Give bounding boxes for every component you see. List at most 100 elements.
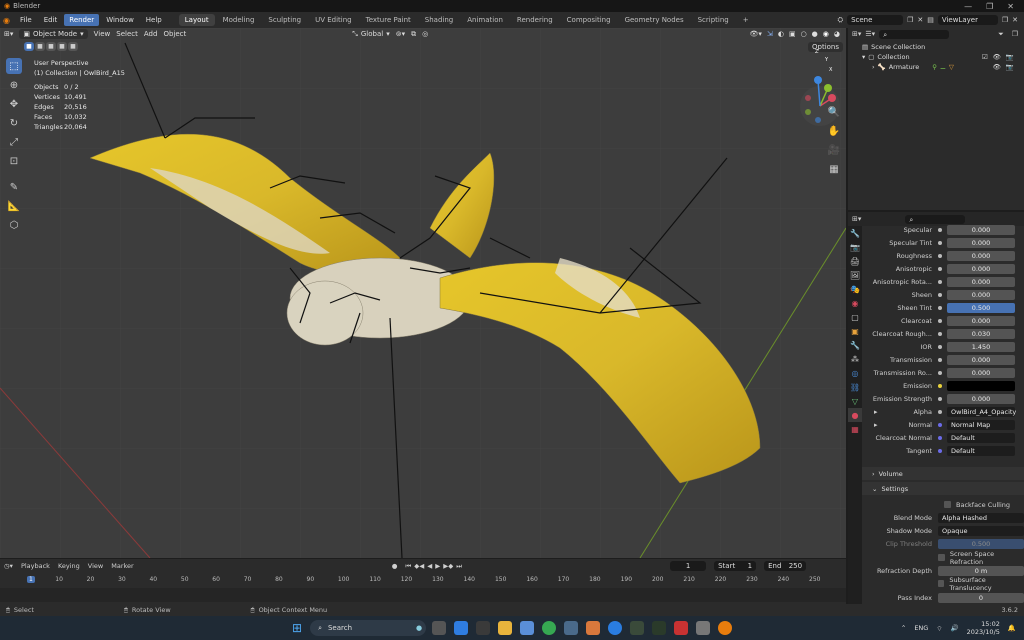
timeline-editor-icon[interactable]: ◷▾ (4, 562, 13, 570)
tray-chevron-icon[interactable]: ⌃ (901, 624, 906, 632)
clip-threshold-field[interactable]: 0.500 (938, 538, 1024, 549)
sst-row[interactable]: Subsurface Translucency (862, 576, 1024, 592)
proportional-edit-icon[interactable]: ◎ (422, 30, 428, 38)
rendered-shading-icon[interactable]: ◕ (834, 30, 840, 38)
camera-icon[interactable]: 📷 (1006, 63, 1014, 71)
render-tab-icon[interactable]: 📷 (848, 240, 862, 254)
mode-selector[interactable]: ▣ Object Mode ▾ (19, 29, 88, 39)
rotate-tool-icon[interactable]: ↻ (6, 115, 22, 131)
backface-culling-row[interactable]: Backface Culling (862, 498, 1024, 511)
socket-dot[interactable] (938, 448, 942, 453)
windows-start-icon[interactable]: ⊞ (292, 621, 302, 635)
chrome-icon[interactable] (542, 621, 557, 635)
tab-rendering[interactable]: Rendering (511, 14, 559, 26)
snap-icon[interactable]: ⧉ (411, 30, 416, 39)
network-icon[interactable]: ⌔ (936, 624, 942, 633)
start-frame-field[interactable]: Start 1 (714, 561, 757, 571)
menu-edit[interactable]: Edit (39, 14, 63, 26)
camera-icon[interactable]: 🎥 (826, 142, 842, 158)
outliner-row-collection[interactable]: ▾ ▢ Collection ☑ 👁 📷 (848, 52, 1024, 62)
socket-dot[interactable] (938, 357, 942, 362)
tab-shading[interactable]: Shading (419, 14, 459, 26)
world-tab-icon[interactable]: ◉ (848, 296, 862, 310)
wireframe-shading-icon[interactable]: ○ (801, 30, 807, 38)
file-explorer-icon[interactable] (498, 621, 513, 635)
app-icon[interactable] (652, 621, 667, 635)
perspective-grid-icon[interactable]: ▦ (826, 161, 842, 177)
prop-value[interactable]: 0.000 (947, 237, 1015, 248)
options-dropdown[interactable]: Options (808, 42, 844, 52)
solid-shading-icon[interactable]: ● (812, 30, 818, 38)
tab-scripting[interactable]: Scripting (692, 14, 735, 26)
socket-dot[interactable] (938, 435, 942, 440)
output-tab-icon[interactable]: 🖨 (848, 254, 862, 268)
volume-panel-header[interactable]: › Volume (862, 467, 1024, 480)
menu-view[interactable]: View (88, 562, 103, 570)
outliner-search-input[interactable]: ⌕ (879, 29, 950, 39)
eye-icon[interactable]: 👁 (993, 63, 1001, 71)
prop-value[interactable]: 0.500 (947, 302, 1015, 313)
select-intersect-icon[interactable]: ■ (68, 42, 78, 51)
socket-dot[interactable] (938, 253, 942, 258)
notification-bell-icon[interactable]: 🔔 (1008, 624, 1016, 632)
tab-geometry-nodes[interactable]: Geometry Nodes (619, 14, 690, 26)
app-icon[interactable] (696, 621, 711, 635)
prop-value[interactable]: Normal Map (947, 419, 1015, 430)
shadow-mode-select[interactable]: Opaque (938, 525, 1024, 536)
move-tool-icon[interactable]: ✥ (6, 96, 22, 112)
viewlayer-icon[interactable]: ▤ (927, 16, 934, 24)
filter-icon[interactable]: ⏷ (998, 30, 1008, 39)
particles-tab-icon[interactable]: ⁂ (848, 352, 862, 366)
blender-taskbar-icon[interactable] (586, 621, 601, 635)
socket-dot[interactable] (938, 344, 942, 349)
menu-playback[interactable]: Playback (21, 562, 50, 570)
timeline-track[interactable] (0, 588, 846, 602)
socket-dot[interactable] (938, 266, 942, 271)
menu-keying[interactable]: Keying (58, 562, 80, 570)
viewlayer-field[interactable]: ViewLayer (937, 15, 998, 25)
select-subtract-icon[interactable]: ■ (46, 42, 56, 51)
socket-dot[interactable] (938, 370, 942, 375)
material-tab-icon[interactable]: ● (848, 408, 862, 422)
new-viewlayer-icon[interactable]: ❐ (1002, 16, 1008, 24)
material-shading-icon[interactable]: ◉ (823, 30, 829, 38)
scale-tool-icon[interactable]: ⤢ (6, 134, 22, 150)
xray-icon[interactable]: ▣ (789, 30, 796, 38)
socket-dot[interactable] (938, 279, 942, 284)
prop-value[interactable]: 0.000 (947, 315, 1015, 326)
menu-marker[interactable]: Marker (111, 562, 133, 570)
jump-end-icon[interactable]: ⏭ (456, 562, 462, 571)
checkbox-icon[interactable]: ☑ (982, 53, 988, 61)
app-icon[interactable] (476, 621, 491, 635)
visibility-icon[interactable]: 👁▾ (750, 30, 762, 38)
socket-dot[interactable] (938, 409, 942, 414)
tab-layout[interactable]: Layout (178, 14, 215, 26)
pivot-icon[interactable]: ⊚▾ (396, 30, 405, 38)
tab-uv-editing[interactable]: UV Editing (309, 14, 358, 26)
socket-dot[interactable] (938, 318, 942, 323)
display-mode-icon[interactable]: ☰▾ (865, 30, 875, 38)
widgets-icon[interactable] (454, 621, 469, 635)
volume-icon[interactable]: 🔊 (950, 624, 958, 632)
select-new-icon[interactable]: ■ (24, 42, 34, 51)
orientation-selector[interactable]: ⤡ Global ▾ (352, 30, 389, 39)
task-view-icon[interactable] (432, 621, 447, 635)
language-indicator[interactable]: ENG (914, 624, 928, 632)
socket-dot[interactable] (938, 305, 942, 310)
socket-dot[interactable] (938, 422, 942, 427)
texture-tab-icon[interactable]: ▦ (848, 422, 862, 436)
measure-tool-icon[interactable]: 📐 (6, 198, 22, 214)
prop-value[interactable]: 1.450 (947, 341, 1015, 352)
new-scene-icon[interactable]: ❐ (907, 16, 913, 24)
end-frame-field[interactable]: End 250 (764, 561, 807, 571)
add-cube-tool-icon[interactable]: ⬡ (6, 217, 22, 233)
cursor-tool-icon[interactable]: ⊕ (6, 77, 22, 93)
menu-add[interactable]: Add (144, 30, 158, 38)
pan-hand-icon[interactable]: ✋ (826, 123, 842, 139)
jump-start-icon[interactable]: ⏮ (405, 562, 411, 571)
camera-icon[interactable]: 📷 (1006, 53, 1014, 61)
properties-editor-icon[interactable]: ⊞▾ (852, 215, 861, 223)
new-collection-icon[interactable]: ❐ (1012, 30, 1024, 38)
prop-value[interactable]: 0.000 (947, 263, 1015, 274)
delete-viewlayer-icon[interactable]: ✕ (1012, 16, 1018, 24)
